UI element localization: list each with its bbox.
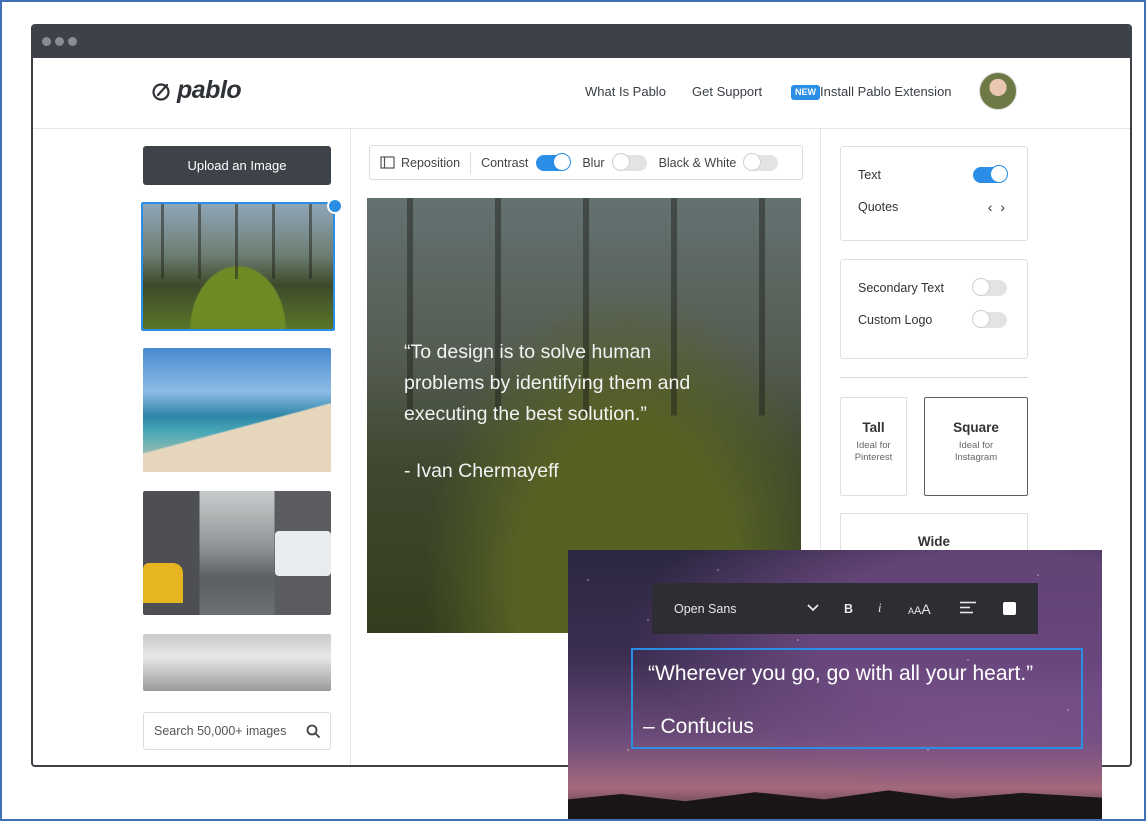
custom-logo-row: Custom Logo [858,310,1007,328]
image-thumbnail-beach[interactable] [143,348,331,472]
image-sidebar: Upload an Image [33,129,351,765]
quotes-label: Quotes [858,200,899,214]
toggle-knob [611,152,630,171]
new-badge: NEW [791,85,820,100]
image-thumbnail-forest[interactable] [141,202,335,331]
bus-shape [275,531,331,576]
overlay-author-text[interactable]: – Confucius [643,715,754,739]
size-subtitle-line: Ideal for [958,440,994,451]
secondary-text-label: Secondary Text [858,281,944,295]
text-option-row: Text [858,165,1008,183]
text-toggle[interactable] [973,165,1008,183]
text-color-swatch[interactable] [1003,602,1016,615]
contrast-toggle[interactable] [536,152,572,171]
black-white-label: Black & White [658,155,737,170]
size-subtitle-line: Instagram [954,452,998,463]
quotes-chevrons-icon[interactable]: ‹ › [988,199,1007,215]
browser-titlebar [33,26,1130,58]
logo-text: pablo [177,76,242,104]
toggle-knob [972,278,990,296]
text-options-card: Text Quotes ‹ › [840,146,1028,241]
nav-what-is-pablo[interactable]: What Is Pablo [585,84,666,99]
size-option-square[interactable]: Square Ideal for Instagram [924,397,1028,496]
size-option-tall[interactable]: Tall Ideal for Pinterest [840,397,907,496]
toggle-knob [743,152,762,171]
size-title: Wide [917,534,951,549]
image-thumbnail-clouds[interactable] [143,634,331,691]
overlay-quote-text[interactable]: “Wherever you go, go with all your heart… [648,662,1033,686]
secondary-text-toggle[interactable] [972,278,1007,296]
size-subtitle: Ideal for Instagram [925,440,1027,464]
image-search-input[interactable] [154,724,294,738]
quotes-option-row: Quotes ‹ › [858,199,1007,215]
canvas-quote-text[interactable]: “To design is to solve human problems by… [404,337,764,430]
black-white-toggle[interactable] [743,152,779,171]
quote-line: “To design is to solve human [404,341,652,363]
image-thumbnail-city-street[interactable] [143,491,331,615]
reposition-icon[interactable] [380,156,395,169]
nav-install-extension[interactable]: Install Pablo Extension [820,84,952,99]
taxi-shape [143,563,183,603]
align-left-icon[interactable] [960,601,976,617]
text-edit-box[interactable]: “Wherever you go, go with all your heart… [631,648,1083,749]
toggle-knob [553,152,572,171]
bold-button[interactable]: B [844,602,853,616]
font-size-button[interactable]: AAA [908,601,931,617]
contrast-label: Contrast [481,155,529,170]
text-format-bar: Open Sans B i AAA [652,583,1038,634]
search-icon[interactable] [306,724,320,738]
image-search-box[interactable] [143,712,331,750]
custom-logo-label: Custom Logo [858,313,933,327]
forest-trees [143,204,333,279]
selected-check-icon [327,198,343,214]
pablo-logo-icon [152,82,170,101]
window-dot-icon[interactable] [55,37,64,46]
canvas-author-text[interactable]: - Ivan Chermayeff [404,460,559,483]
text-editor-overlay: Open Sans B i AAA “Wherever you go, go w… [568,550,1102,821]
image-toolbar: Reposition Contrast Blur Black & White [369,145,803,180]
blur-toggle[interactable] [611,152,647,171]
size-subtitle-line: Pinterest [854,452,893,463]
toolbar-divider [470,151,472,174]
font-size-big-a: A [921,600,931,617]
nav-get-support[interactable]: Get Support [692,84,762,99]
toggle-knob [990,165,1008,183]
window-dot-icon[interactable] [68,37,77,46]
blur-label: Blur [582,155,605,170]
panel-divider [840,377,1028,378]
upload-image-button[interactable]: Upload an Image [143,146,331,185]
size-title: Tall [862,420,885,435]
text-label: Text [858,168,881,182]
logo[interactable]: pablo [151,76,242,105]
font-select[interactable]: Open Sans [674,602,737,616]
chevron-down-icon[interactable] [807,601,819,615]
size-subtitle-line: Ideal for [856,440,891,451]
italic-button[interactable]: i [878,601,881,616]
size-title: Square [953,420,999,435]
quote-line: problems by identifying them and [404,372,691,394]
toggle-knob [972,310,990,328]
quote-line: executing the best solution.” [404,403,647,425]
reposition-button[interactable]: Reposition [401,156,460,170]
secondary-text-row: Secondary Text [858,278,1007,296]
extras-options-card: Secondary Text Custom Logo [840,259,1028,359]
window-dot-icon[interactable] [42,37,51,46]
avatar[interactable] [979,72,1017,110]
app-header: pablo What Is Pablo Get Support NEW Inst… [33,58,1130,129]
custom-logo-toggle[interactable] [972,310,1007,328]
size-subtitle: Ideal for Pinterest [841,440,906,464]
